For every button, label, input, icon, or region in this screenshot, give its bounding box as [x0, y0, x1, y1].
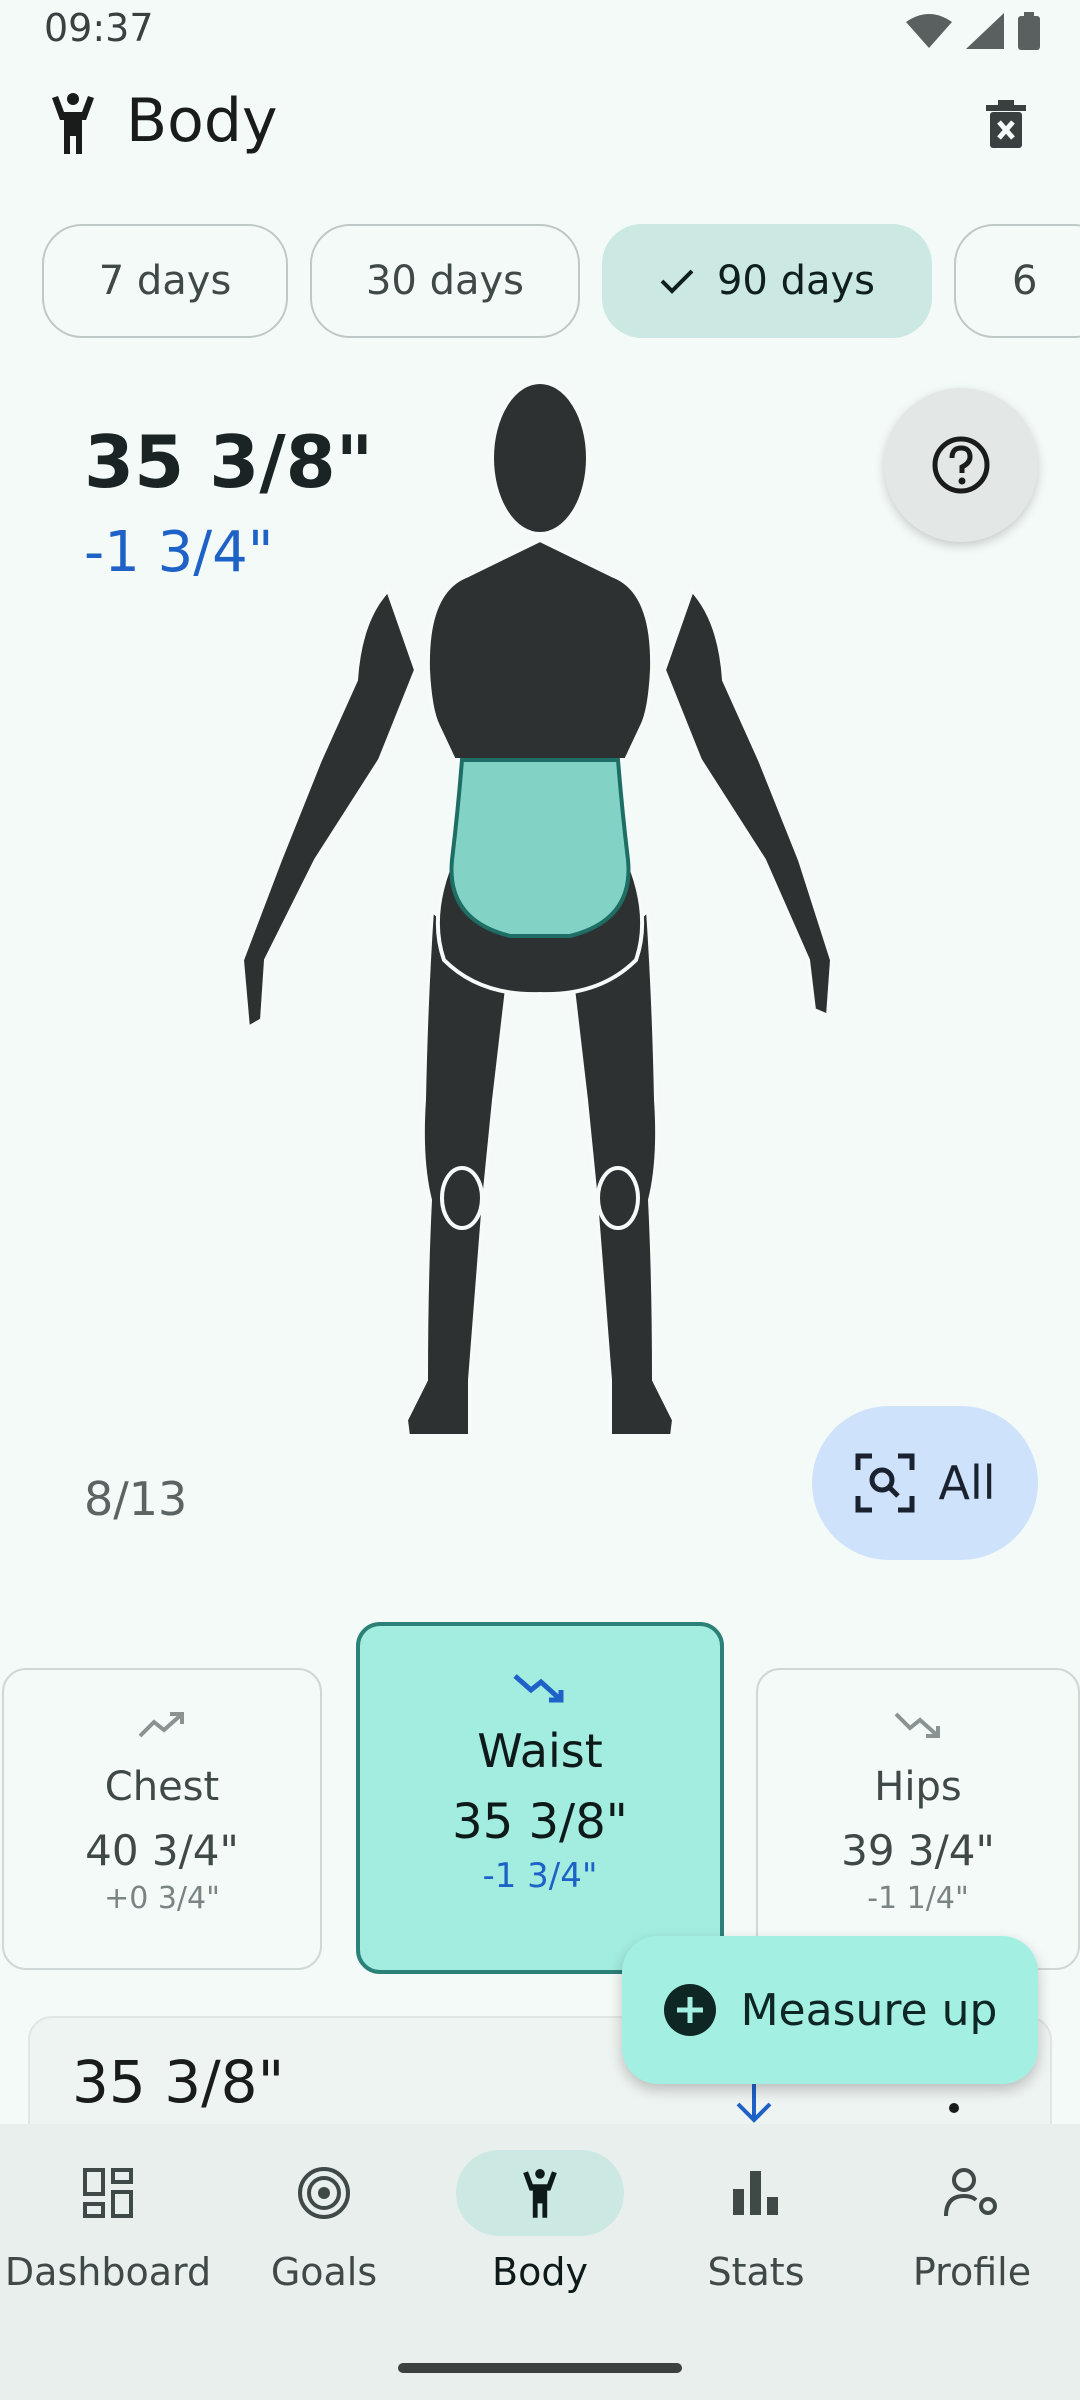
delete-icon — [986, 100, 1026, 148]
wifi-icon — [906, 14, 952, 48]
body-icon — [52, 93, 94, 154]
nav-profile[interactable]: Profile — [864, 2150, 1080, 2294]
status-icons — [906, 12, 1040, 50]
measure-up-label: Measure up — [740, 1984, 998, 2036]
head-region — [490, 380, 590, 536]
nav-pill — [888, 2150, 1056, 2236]
help-button[interactable] — [884, 388, 1038, 542]
card-hips[interactable]: Hips 39 3/4" -1 1/4" — [756, 1668, 1080, 1970]
help-icon — [932, 436, 990, 494]
chip-label: 7 days — [98, 258, 232, 304]
chip-6[interactable]: 6 — [954, 224, 1080, 338]
measure-up-button[interactable]: Measure up — [622, 1936, 1038, 2084]
trending-up-icon — [138, 1712, 184, 1738]
card-value: 35 3/8" — [452, 1794, 628, 1850]
check-icon — [659, 267, 695, 295]
card-name: Waist — [477, 1724, 603, 1778]
body-icon — [523, 2169, 557, 2218]
trending-down-icon — [894, 1712, 940, 1738]
body-figure[interactable] — [230, 380, 850, 1580]
nav-label: Body — [492, 2250, 588, 2294]
battery-icon — [1018, 12, 1040, 50]
nav-pill — [456, 2150, 624, 2236]
chip-7-days[interactable]: 7 days — [42, 224, 288, 338]
nav-label: Goals — [270, 2250, 378, 2294]
chip-label: 30 days — [365, 258, 525, 304]
nav-goals[interactable]: Goals — [216, 2150, 432, 2294]
card-value: 40 3/4" — [85, 1826, 239, 1875]
chip-label: 6 — [1012, 258, 1038, 304]
card-delta: -1 3/4" — [482, 1856, 598, 1896]
show-all-label: All — [938, 1456, 996, 1510]
measurement-counter: 8/13 — [84, 1472, 188, 1526]
chip-90-days[interactable]: 90 days — [602, 224, 932, 338]
add-circle-icon — [663, 1984, 716, 2036]
nav-dashboard[interactable]: Dashboard — [0, 2150, 216, 2294]
nav-pill — [240, 2150, 408, 2236]
waist-region — [449, 758, 631, 938]
arrow-down-icon — [736, 2080, 772, 2123]
nav-pill — [24, 2150, 192, 2236]
card-chest[interactable]: Chest 40 3/4" +0 3/4" — [2, 1668, 322, 1970]
nav-label: Dashboard — [4, 2250, 212, 2294]
card-name: Hips — [874, 1764, 962, 1810]
scan-search-icon — [855, 1453, 915, 1513]
target-icon — [298, 2167, 350, 2219]
card-name: Chest — [104, 1764, 220, 1810]
card-waist[interactable]: Waist 35 3/8" -1 3/4" — [356, 1622, 724, 1974]
delete-button[interactable] — [978, 96, 1034, 152]
chest-region — [425, 537, 655, 762]
right-arm-region — [661, 586, 835, 1019]
chip-label: 90 days — [716, 258, 876, 304]
card-delta: -1 1/4" — [867, 1881, 969, 1916]
home-indicator[interactable] — [398, 2363, 682, 2373]
signal-icon — [966, 13, 1004, 49]
dashboard-icon — [83, 2168, 133, 2218]
profile-settings-icon — [944, 2168, 997, 2217]
nav-label: Stats — [707, 2250, 805, 2294]
nav-body[interactable]: Body — [432, 2150, 648, 2294]
show-all-button[interactable]: All — [812, 1406, 1038, 1560]
nav-label: Profile — [912, 2250, 1032, 2294]
bar-chart-icon — [733, 2171, 778, 2215]
card-value: 39 3/4" — [841, 1826, 995, 1875]
page-title: Body — [126, 86, 278, 156]
range-chips: 7 days 30 days 90 days 6 — [0, 224, 1080, 342]
chip-30-days[interactable]: 30 days — [310, 224, 580, 338]
left-arm-region — [239, 586, 419, 1032]
card-delta: +0 3/4" — [104, 1881, 220, 1916]
nav-pill — [672, 2150, 840, 2236]
entry-value: 35 3/8" — [72, 2048, 285, 2116]
status-time: 09:37 — [44, 6, 154, 50]
nav-stats[interactable]: Stats — [648, 2150, 864, 2294]
trending-down-icon — [513, 1674, 564, 1703]
